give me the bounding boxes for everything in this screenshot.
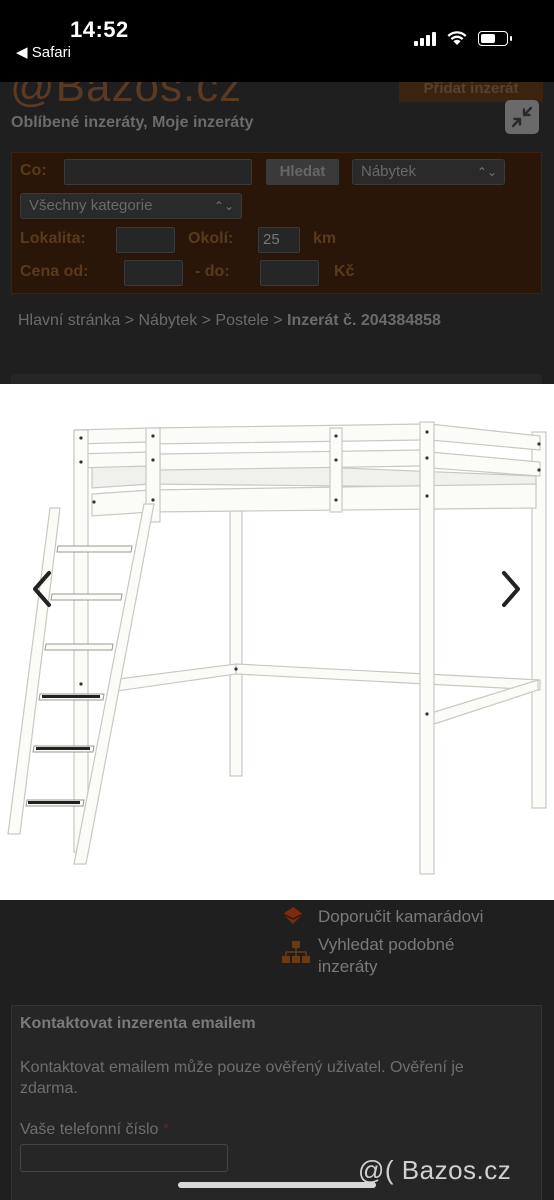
- contact-description: Kontaktovat emailem může pouze ověřený u…: [20, 1059, 464, 1097]
- search-button[interactable]: Hledat: [266, 159, 339, 185]
- radius-label: Okolí:: [188, 230, 234, 247]
- favorite-links[interactable]: Oblíbené inzeráty, Moje inzeráty: [11, 114, 253, 132]
- breadcrumb-current: Inzerát č. 204384858: [287, 312, 441, 329]
- back-to-app-link[interactable]: ◀︎ Safari: [16, 43, 71, 61]
- status-time: 14:52: [70, 17, 129, 42]
- loft-bed-photo: [7, 421, 547, 875]
- image-lightbox[interactable]: [0, 384, 554, 900]
- back-triangle-icon: ◀︎: [16, 44, 28, 61]
- wifi-icon: [447, 31, 467, 45]
- breadcrumb[interactable]: Hlavní stránka > Nábytek > Postele > Inz…: [18, 310, 538, 331]
- similar-ads-icon: [282, 941, 310, 963]
- search-similar-link[interactable]: Vyhledat podobné inzeráty: [318, 934, 498, 978]
- phone-label-text: Vaše telefonní číslo: [20, 1121, 159, 1138]
- location-label: Lokalita:: [20, 230, 86, 247]
- status-bar: 14:52 ◀︎ Safari: [0, 0, 554, 82]
- category-selected: Nábytek: [361, 163, 417, 180]
- back-app-label: Safari: [31, 44, 71, 61]
- price-to-label: - do:: [195, 263, 230, 280]
- status-icons: [414, 30, 512, 46]
- subcategory-select[interactable]: Všechny kategorie ⌃⌄: [20, 193, 242, 219]
- contact-title: Kontaktovat inzerenta emailem: [20, 1015, 256, 1032]
- category-select[interactable]: Nábytek ⌃⌄: [352, 159, 505, 185]
- collapse-fullscreen-button[interactable]: [505, 100, 539, 134]
- previous-image-button[interactable]: [22, 554, 62, 624]
- recommend-icon: [282, 907, 304, 924]
- chevron-left-icon: [33, 571, 51, 607]
- currency-label: Kč: [334, 263, 355, 280]
- phone-label: Vaše telefonní číslo *: [20, 1121, 169, 1139]
- co-label: Co:: [20, 162, 47, 179]
- chevron-right-icon: [502, 571, 520, 607]
- chevron-updown-icon: ⌃⌄: [476, 165, 497, 179]
- battery-icon: [478, 30, 512, 46]
- logo-at-icon: @: [10, 82, 56, 111]
- price-from-input[interactable]: [124, 260, 183, 286]
- search-panel: Co: Hledat Nábytek ⌃⌄ Všechny kategorie …: [11, 152, 542, 294]
- logo-text: Bazos.cz: [55, 82, 243, 111]
- breadcrumb-path[interactable]: Hlavní stránka > Nábytek > Postele >: [18, 312, 287, 329]
- price-from-label: Cena od:: [20, 263, 89, 280]
- price-to-input[interactable]: [260, 260, 319, 286]
- next-image-button[interactable]: [491, 554, 531, 624]
- collapse-icon: [511, 106, 533, 128]
- home-indicator[interactable]: [178, 1182, 376, 1188]
- radius-unit: km: [313, 230, 337, 247]
- subcategory-selected: Všechny kategorie: [29, 197, 153, 214]
- post-ad-button[interactable]: Přidat inzerát: [399, 82, 543, 102]
- phone-input[interactable]: [20, 1144, 228, 1172]
- watermark: @( Bazos.cz: [358, 1155, 512, 1185]
- radius-input[interactable]: 25: [258, 227, 300, 253]
- chevron-updown-icon: ⌃⌄: [213, 199, 234, 213]
- site-logo[interactable]: @Bazos.cz: [10, 82, 242, 112]
- required-mark: *: [162, 1121, 170, 1138]
- search-input[interactable]: [64, 159, 252, 185]
- cellular-signal-icon: [414, 30, 436, 46]
- recommend-to-friend-link[interactable]: Doporučit kamarádovi: [318, 906, 483, 928]
- location-input[interactable]: [116, 227, 175, 253]
